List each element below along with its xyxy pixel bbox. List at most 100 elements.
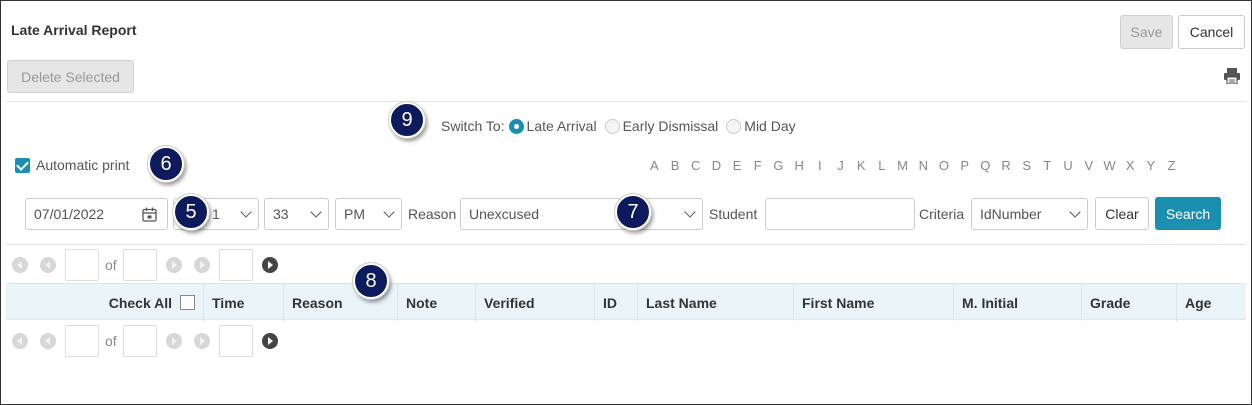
minute-value: 33 [273, 206, 289, 222]
first-page-icon[interactable] [12, 257, 28, 273]
radio-label: Late Arrival [526, 118, 597, 134]
chevron-down-icon [240, 206, 252, 218]
criteria-select[interactable]: IdNumber [971, 198, 1088, 230]
alphabet-letter-z[interactable]: Z [1161, 158, 1182, 173]
search-button[interactable]: Search [1155, 197, 1221, 230]
refresh-page-icon[interactable] [261, 333, 278, 349]
chevron-down-icon [684, 206, 696, 218]
radio-mid-day[interactable]: Mid Day [726, 118, 796, 134]
next-page-icon[interactable] [165, 257, 182, 273]
alphabet-letter-v[interactable]: V [1078, 158, 1099, 173]
date-value: 07/01/2022 [34, 206, 105, 222]
switch-to-label: Switch To: [441, 118, 505, 134]
alphabet-letter-q[interactable]: Q [975, 158, 996, 173]
alphabet-letter-f[interactable]: F [747, 158, 768, 173]
alphabet-letter-w[interactable]: W [1099, 158, 1120, 173]
last-page-icon[interactable] [193, 333, 210, 349]
date-field[interactable]: 07/01/2022 [25, 198, 168, 230]
alphabet-letter-n[interactable]: N [913, 158, 934, 173]
alphabet-letter-h[interactable]: H [789, 158, 810, 173]
alphabet-letter-s[interactable]: S [1016, 158, 1037, 173]
table-header: Check All Time Reason Note Verified ID L… [6, 283, 1246, 321]
alphabet-letter-t[interactable]: T [1037, 158, 1058, 173]
report-window: Late Arrival Report Save Cancel Delete S… [0, 0, 1252, 405]
delete-selected-button[interactable]: Delete Selected [7, 60, 134, 93]
column-header-age[interactable]: Age [1176, 284, 1246, 321]
radio-selected-icon[interactable] [508, 118, 524, 134]
ampm-select[interactable]: PM [335, 198, 402, 230]
automatic-print-label: Automatic print [36, 157, 130, 173]
hour-value: 1 [212, 206, 220, 222]
column-header-verified[interactable]: Verified [475, 284, 594, 321]
switch-to-group: Switch To: Late Arrival Early Dismissal … [441, 118, 800, 134]
chevron-down-icon [1069, 206, 1081, 218]
automatic-print-toggle[interactable]: Automatic print [15, 157, 129, 173]
column-header-m-initial[interactable]: M. Initial [953, 284, 1081, 321]
check-all-checkbox[interactable] [180, 295, 195, 310]
column-header-id[interactable]: ID [594, 284, 637, 321]
alphabet-letter-k[interactable]: K [851, 158, 872, 173]
chevron-down-icon [310, 206, 322, 218]
reason-select[interactable]: Unexcused [460, 198, 703, 230]
pager-of-label: of [105, 257, 117, 273]
alphabet-letter-g[interactable]: G [768, 158, 789, 173]
alphabet-letter-c[interactable]: C [685, 158, 706, 173]
alphabet-letter-y[interactable]: Y [1141, 158, 1162, 173]
first-page-icon[interactable] [12, 333, 28, 349]
page-number-input[interactable] [65, 325, 99, 357]
column-header-note[interactable]: Note [397, 284, 475, 321]
page-title: Late Arrival Report [11, 22, 137, 38]
alphabet-letter-b[interactable]: B [665, 158, 686, 173]
radio-label: Mid Day [744, 118, 796, 134]
next-page-icon[interactable] [165, 333, 182, 349]
alphabet-letter-d[interactable]: D [706, 158, 727, 173]
alphabet-letter-x[interactable]: X [1120, 158, 1141, 173]
alphabet-letter-m[interactable]: M [892, 158, 913, 173]
student-input[interactable] [765, 198, 915, 230]
page-count-box [122, 249, 157, 281]
check-all-label: Check All [108, 294, 172, 311]
reason-value: Unexcused [469, 206, 540, 222]
alphabet-letter-r[interactable]: R [996, 158, 1017, 173]
checkbox-checked-icon[interactable] [15, 157, 30, 173]
save-button[interactable]: Save [1120, 15, 1173, 49]
column-header-grade[interactable]: Grade [1081, 284, 1176, 321]
calendar-icon[interactable] [142, 207, 157, 222]
page-size-box[interactable] [218, 325, 253, 357]
alphabet-letter-l[interactable]: L [872, 158, 893, 173]
alphabet-letter-i[interactable]: I [810, 158, 831, 173]
criteria-value: IdNumber [980, 206, 1042, 222]
refresh-page-icon[interactable] [261, 257, 278, 273]
column-header-last-name[interactable]: Last Name [637, 284, 793, 321]
pager-top: of [9, 249, 281, 281]
radio-empty-icon[interactable] [604, 118, 620, 134]
radio-empty-icon[interactable] [726, 118, 742, 134]
alphabet-letter-a[interactable]: A [644, 158, 665, 173]
alphabet-letter-e[interactable]: E [727, 158, 748, 173]
check-all-column[interactable]: Check All [6, 284, 203, 321]
page-size-box[interactable] [218, 249, 253, 281]
print-icon[interactable] [1223, 68, 1241, 84]
page-count-box [122, 325, 157, 357]
column-header-time[interactable]: Time [203, 284, 283, 321]
pager-bottom: of [9, 325, 281, 357]
cancel-button[interactable]: Cancel [1178, 15, 1245, 49]
callout-badge: 5 [173, 194, 209, 230]
column-header-first-name[interactable]: First Name [793, 284, 953, 321]
chevron-down-icon [383, 206, 395, 218]
clear-button[interactable]: Clear [1095, 197, 1149, 230]
prev-page-icon[interactable] [40, 257, 56, 273]
radio-early-dismissal[interactable]: Early Dismissal [604, 118, 719, 134]
radio-late-arrival[interactable]: Late Arrival [508, 118, 597, 134]
last-page-icon[interactable] [193, 257, 210, 273]
radio-label: Early Dismissal [622, 118, 719, 134]
prev-page-icon[interactable] [40, 333, 56, 349]
page-number-input[interactable] [65, 249, 99, 281]
minute-select[interactable]: 33 [264, 198, 329, 230]
alphabet-filter: ABCDEFGHIJKLMNOPQRSTUVWXYZ [644, 158, 1182, 173]
alphabet-letter-p[interactable]: P [954, 158, 975, 173]
alphabet-letter-j[interactable]: J [830, 158, 851, 173]
alphabet-letter-u[interactable]: U [1058, 158, 1079, 173]
callout-badge: 7 [615, 194, 651, 230]
alphabet-letter-o[interactable]: O [934, 158, 955, 173]
